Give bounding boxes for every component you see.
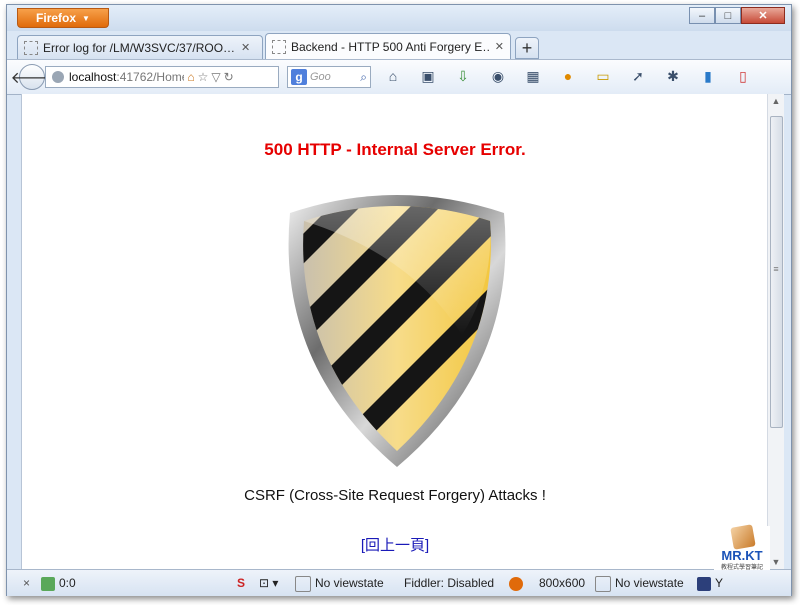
scroll-down-icon[interactable]: ▼: [768, 557, 784, 567]
navigation-toolbar: 🡐 localhost :41762/Home ⌂ ☆ ▽ ↻ g Goo ⌕ …: [7, 59, 791, 95]
error-message: CSRF (Cross-Site Request Forgery) Attack…: [244, 487, 546, 504]
search-engine-icon[interactable]: g: [291, 69, 307, 85]
toolbar-icons: ⌂ ▣ ⇩ ◉ ▦ ● ▭ ➚ ✱ ▮ ▯: [383, 68, 753, 85]
close-tab-icon[interactable]: ✕: [241, 41, 250, 54]
watermark-logo: MR.KT 教程式學習筆記: [714, 524, 770, 571]
firefox-icon[interactable]: [509, 576, 527, 591]
page-icon: [24, 40, 38, 55]
star-icon[interactable]: ☆: [198, 70, 209, 84]
back-link[interactable]: [回上一頁]: [22, 534, 768, 555]
error-heading: 500 HTTP - Internal Server Error.: [264, 140, 526, 159]
maximize-button[interactable]: □: [715, 7, 741, 24]
tool-icon[interactable]: ⊡ ▾: [259, 576, 278, 590]
viewstate-label: No viewstate: [315, 576, 384, 591]
pointer-icon[interactable]: ➚: [628, 68, 648, 85]
history-dropdown-icon[interactable]: ▽: [211, 70, 220, 84]
tab-title: Error log for /LM/W3SVC/37/ROO…: [43, 40, 236, 55]
status-bar: × 0:0 S ⊡ ▾ No viewstate Fiddler: Disabl…: [7, 569, 791, 596]
new-tab-button[interactable]: +: [515, 37, 539, 59]
resolution-label[interactable]: 800x600: [539, 576, 585, 590]
watermark-name: MR.KT: [721, 548, 763, 563]
document-icon: [730, 524, 756, 550]
page-content: 500 HTTP - Internal Server Error. CSRF (…: [21, 94, 768, 569]
trailing-item[interactable]: Y: [697, 576, 723, 591]
url-path: :41762/Home: [116, 70, 185, 84]
grid-icon[interactable]: ▦: [523, 68, 543, 85]
tab-error-log[interactable]: Error log for /LM/W3SVC/37/ROO… ✕: [17, 35, 263, 59]
counter-label: 0:0: [59, 576, 76, 590]
url-bar[interactable]: localhost :41762/Home ⌂ ☆ ▽ ↻: [45, 66, 279, 88]
search-icon[interactable]: ⌕: [360, 70, 367, 85]
trailing-label: Y: [715, 576, 724, 590]
globe-icon: [52, 71, 64, 83]
close-window-button[interactable]: ✕: [741, 7, 785, 24]
firefox-menu-label: Firefox: [36, 11, 77, 25]
viewstate-label: No viewstate: [615, 576, 684, 591]
search-placeholder: Goo: [310, 71, 331, 83]
watermark-subtitle: 教程式學習筆記: [720, 565, 763, 571]
chevron-down-icon: ▼: [82, 13, 90, 23]
firefox-logo-icon: [509, 576, 523, 591]
bug-icon[interactable]: ✱: [663, 68, 683, 85]
title-bar: Firefox ▼ ‒ □ ✕: [7, 5, 791, 31]
minimize-button[interactable]: ‒: [689, 7, 715, 24]
window-controls: ‒ □ ✕: [689, 7, 785, 24]
tab-strip: Error log for /LM/W3SVC/37/ROO… ✕ Backen…: [17, 33, 539, 59]
battery-icon[interactable]: ▯: [733, 68, 753, 85]
flag-icon: [697, 576, 711, 591]
tab-backend[interactable]: Backend - HTTP 500 Anti Forgery E… ✕: [265, 33, 511, 59]
viewstate-item-1[interactable]: No viewstate: [295, 576, 384, 592]
scroll-up-icon[interactable]: ▲: [768, 96, 784, 106]
back-button[interactable]: 🡐: [11, 64, 53, 90]
download-icon[interactable]: ⇩: [453, 68, 473, 85]
addon-icon[interactable]: ◉: [488, 68, 508, 85]
close-tab-icon[interactable]: ✕: [495, 40, 504, 53]
fiddler-status[interactable]: Fiddler: Disabled: [404, 576, 494, 590]
note-icon[interactable]: ▭: [593, 68, 613, 85]
page-check-icon: [41, 576, 55, 591]
close-addon-bar-button[interactable]: ×: [23, 576, 30, 590]
browser-window: Firefox ▼ ‒ □ ✕ Error log for /LM/W3SVC/…: [6, 4, 792, 596]
url-host: localhost: [69, 70, 117, 84]
grip-icon: ≡: [773, 264, 779, 274]
tab-title: Backend - HTTP 500 Anti Forgery E…: [291, 39, 489, 54]
bookmarks-icon[interactable]: ▣: [418, 68, 438, 85]
search-box[interactable]: g Goo ⌕: [287, 66, 371, 88]
vertical-scrollbar[interactable]: ▲ ≡ ▼: [767, 94, 784, 569]
chart-icon: [295, 576, 311, 592]
counter-item[interactable]: 0:0: [41, 576, 76, 591]
viewstate-item-2[interactable]: No viewstate: [595, 576, 684, 592]
home-icon[interactable]: ⌂: [383, 68, 403, 85]
page-icon: [272, 39, 286, 54]
home-page-icon[interactable]: ⌂: [187, 70, 194, 84]
chart-icon: [595, 576, 611, 592]
firefox-menu-button[interactable]: Firefox ▼: [17, 8, 109, 28]
database-icon[interactable]: ▮: [698, 68, 718, 85]
shield-icon: [288, 195, 506, 467]
reload-icon[interactable]: ↻: [224, 70, 234, 84]
firebug-icon[interactable]: ●: [558, 68, 578, 85]
sl-icon[interactable]: S: [237, 576, 245, 590]
